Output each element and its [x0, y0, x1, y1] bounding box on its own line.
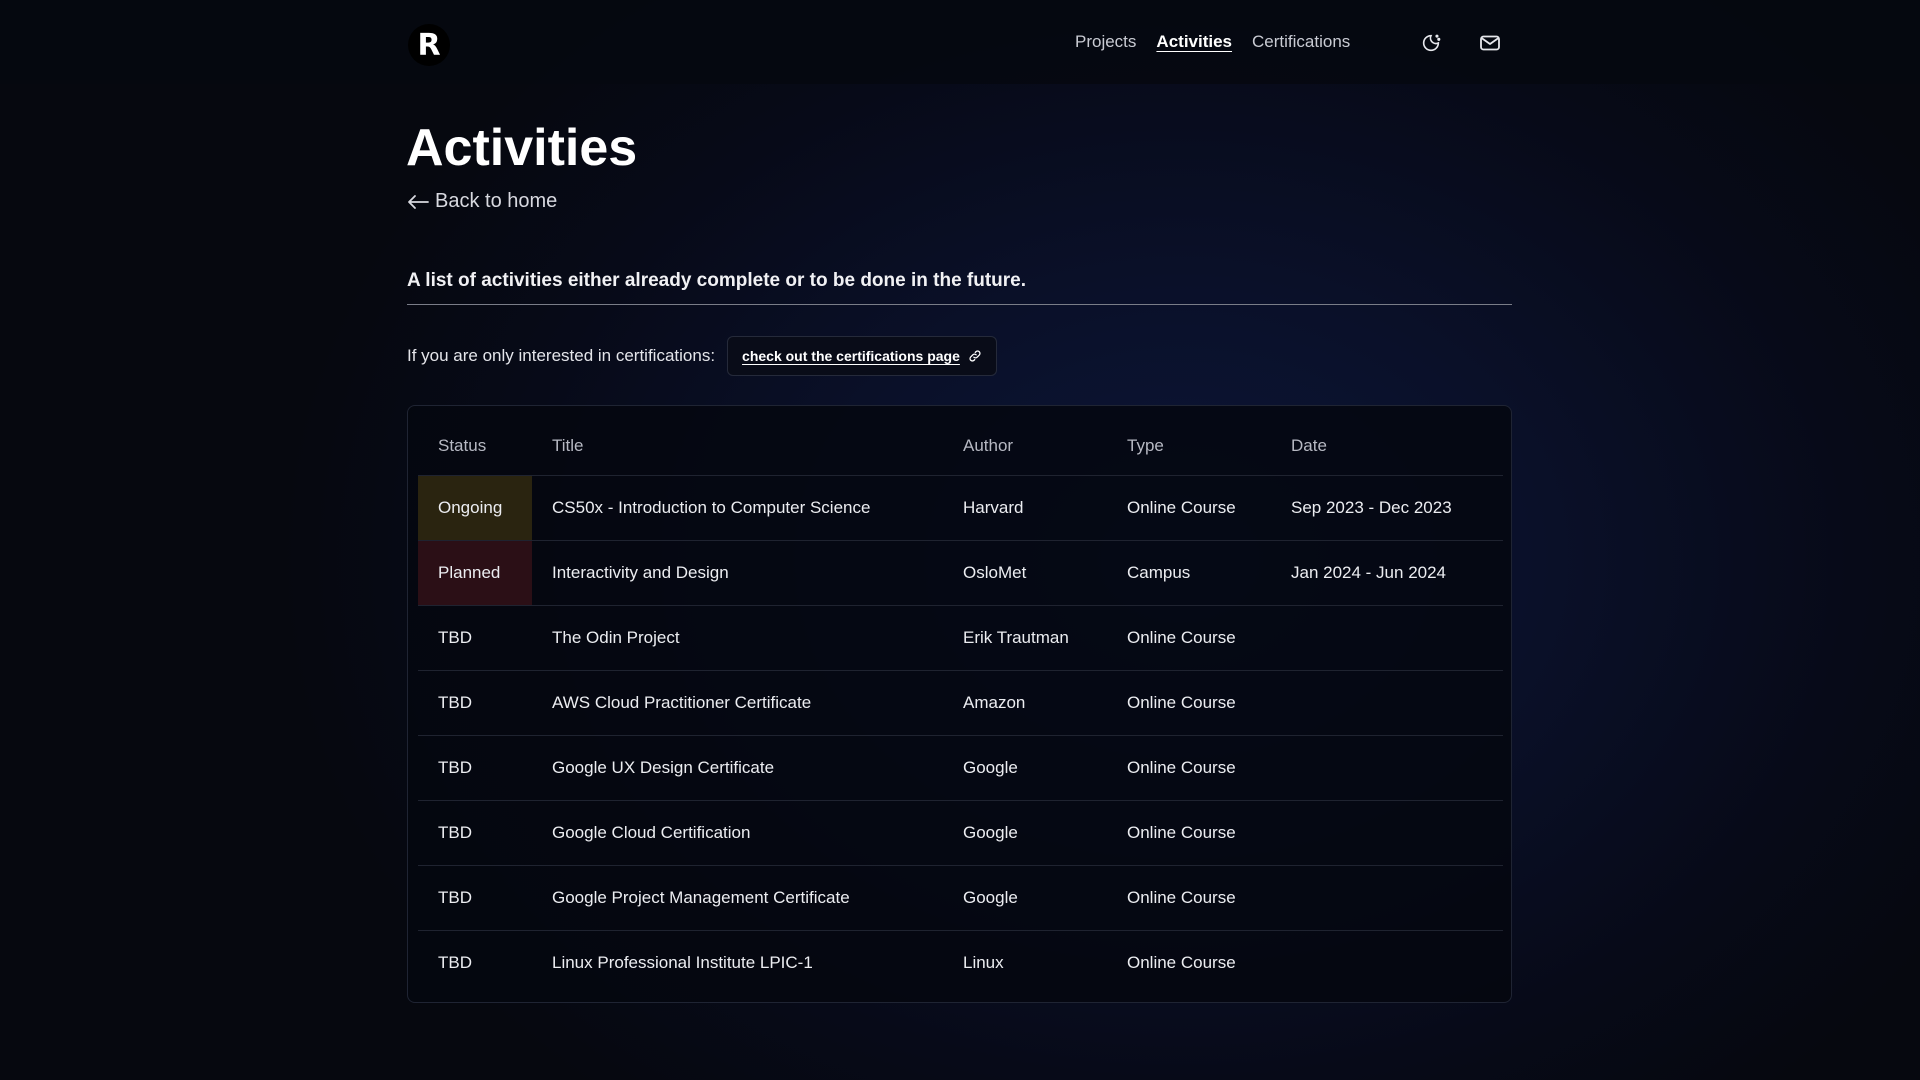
activity-title: Linux Professional Institute LPIC-1: [552, 952, 813, 972]
table-row: TBD Google UX Design Certificate Google …: [418, 735, 1503, 801]
activity-date: Jan 2024 - Jun 2024: [1271, 540, 1503, 606]
status-badge: TBD: [418, 735, 532, 801]
arrow-left-icon: [408, 194, 429, 209]
column-header-type: Type: [1107, 418, 1271, 476]
activity-date: [1271, 670, 1503, 736]
table-row: Planned Interactivity and Design OsloMet…: [418, 540, 1503, 606]
theme-toggle-icon[interactable]: [1418, 30, 1444, 56]
column-header-title: Title: [532, 418, 943, 476]
status-badge: TBD: [418, 865, 532, 931]
status-badge: TBD: [418, 670, 532, 736]
activity-date: Sep 2023 - Dec 2023: [1271, 475, 1503, 541]
activity-date: [1271, 865, 1503, 931]
table-row: TBD AWS Cloud Practitioner Certificate A…: [418, 670, 1503, 736]
table-row: TBD Google Project Management Certificat…: [418, 865, 1503, 931]
back-to-home-link[interactable]: Back to home: [407, 190, 557, 213]
activity-author: Amazon: [943, 670, 1107, 736]
activity-title: The Odin Project: [532, 605, 943, 671]
certifications-link-label: check out the certifications page: [742, 348, 960, 364]
column-header-date: Date: [1271, 418, 1503, 476]
activity-type: Online Course: [1107, 735, 1271, 801]
column-header-author: Author: [943, 418, 1107, 476]
link-icon: [969, 350, 981, 362]
status-badge: TBD: [418, 800, 532, 866]
table-row: TBD The Odin Project Erik Trautman Onlin…: [418, 605, 1503, 671]
status-badge: TBD: [418, 605, 532, 671]
divider: [407, 304, 1512, 305]
logo-text: R: [417, 27, 441, 63]
status-badge: Planned: [418, 540, 532, 606]
activity-type: Campus: [1107, 540, 1271, 606]
activities-table-card: Status Title Author Type Date Ongoing CS…: [407, 405, 1512, 1003]
activity-title: Interactivity and Design: [532, 540, 943, 606]
status-badge: TBD: [438, 952, 472, 972]
activity-author: Google: [943, 865, 1107, 931]
activity-author: Linux: [963, 952, 1004, 972]
activity-date: [1271, 930, 1503, 995]
activity-date: [1271, 605, 1503, 671]
top-navbar: R Projects Activities Certifications: [0, 0, 1920, 84]
activity-author: OsloMet: [943, 540, 1107, 606]
certifications-prompt-row: If you are only interested in certificat…: [407, 336, 997, 376]
mail-icon[interactable]: [1477, 30, 1503, 56]
nav-link-projects[interactable]: Projects: [1075, 32, 1136, 52]
certifications-page-link[interactable]: check out the certifications page: [727, 336, 997, 376]
activity-type: Online Course: [1107, 475, 1271, 541]
column-header-status: Status: [418, 418, 532, 476]
activity-title: Google Project Management Certificate: [532, 865, 943, 931]
main-nav: Projects Activities Certifications: [1075, 32, 1350, 52]
activity-title: Google UX Design Certificate: [532, 735, 943, 801]
activity-author: Erik Trautman: [943, 605, 1107, 671]
activity-title: AWS Cloud Practitioner Certificate: [532, 670, 943, 736]
page-subtitle: A list of activities either already comp…: [407, 270, 1027, 291]
activities-table: Status Title Author Type Date Ongoing CS…: [418, 418, 1503, 995]
activity-date: [1271, 800, 1503, 866]
table-row: TBD Google Cloud Certification Google On…: [418, 800, 1503, 866]
activity-type: Online Course: [1107, 865, 1271, 931]
certifications-prompt-text: If you are only interested in certificat…: [407, 346, 716, 365]
back-to-home-label: Back to home: [435, 190, 558, 212]
activity-author: Google: [943, 800, 1107, 866]
activity-author: Harvard: [943, 475, 1107, 541]
activity-author: Google: [943, 735, 1107, 801]
activity-title: Google Cloud Certification: [532, 800, 943, 866]
table-header-row: Status Title Author Type Date: [418, 418, 1503, 476]
nav-link-certifications[interactable]: Certifications: [1252, 32, 1350, 52]
activity-type: Online Course: [1107, 670, 1271, 736]
activity-type: Online Course: [1107, 800, 1271, 866]
activity-type: Online Course: [1107, 605, 1271, 671]
table-row: Ongoing CS50x - Introduction to Computer…: [418, 475, 1503, 541]
page-title: Activities: [406, 119, 638, 177]
nav-link-activities[interactable]: Activities: [1156, 32, 1232, 52]
site-logo[interactable]: R: [408, 24, 450, 66]
activity-title: CS50x - Introduction to Computer Science: [532, 475, 943, 541]
activity-date: [1271, 735, 1503, 801]
status-badge: Ongoing: [418, 475, 532, 541]
table-row: TBD Linux Professional Institute LPIC-1 …: [418, 930, 1503, 995]
activity-type: Online Course: [1127, 952, 1236, 972]
